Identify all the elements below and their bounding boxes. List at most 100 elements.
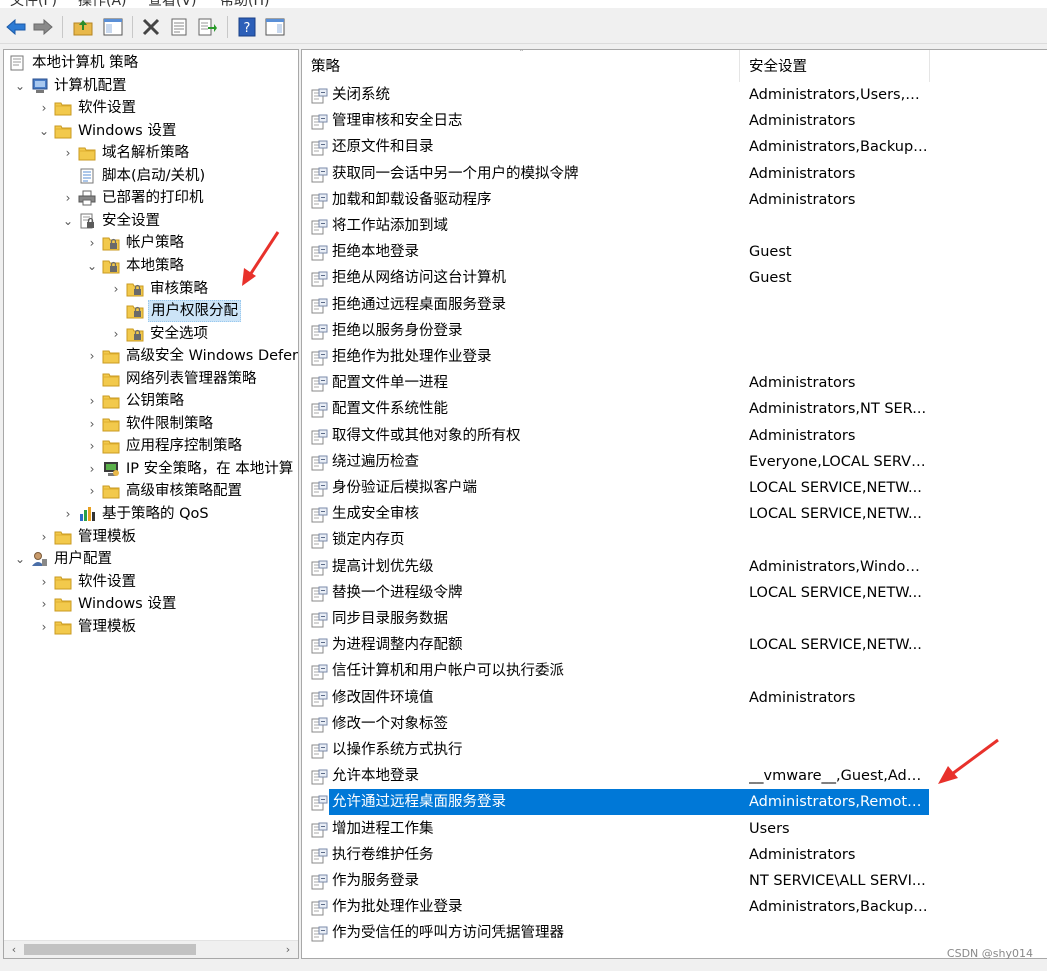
policy-setting-icon [311, 166, 328, 183]
collapsed-chevron-icon[interactable]: › [61, 142, 75, 164]
export-list-icon[interactable] [197, 16, 219, 38]
table-row[interactable]: 允许通过远程桌面服务登录 Administrators,Remote ... [302, 789, 1047, 816]
tree-horizontal-scrollbar[interactable]: ‹ › [4, 940, 298, 958]
collapsed-chevron-icon[interactable]: › [61, 503, 75, 525]
tree-item-label: 本地策略 [126, 257, 184, 274]
table-row[interactable]: 身份验证后模拟客户端 LOCAL SERVICE,NETW... [302, 475, 1047, 501]
policy-setting-icon [311, 506, 328, 523]
collapsed-chevron-icon[interactable]: › [37, 526, 51, 548]
menu-bar: 文件(F) 操作(A) 查看(V) 帮助(H) [0, 0, 1047, 8]
table-row[interactable]: 作为批处理作业登录 Administrators,Backup ... [302, 894, 1047, 920]
action-pane-icon[interactable] [264, 16, 286, 38]
folder-icon [54, 123, 72, 139]
expanded-chevron-icon[interactable]: ⌄ [61, 210, 75, 232]
policy-setting-icon [311, 113, 328, 130]
table-row[interactable]: 配置文件单一进程 Administrators [302, 370, 1047, 396]
locked-folder-icon [102, 235, 120, 251]
table-row[interactable]: 关闭系统 Administrators,Users,Ba... [302, 82, 1047, 108]
table-row[interactable]: 取得文件或其他对象的所有权 Administrators [302, 423, 1047, 449]
table-row[interactable]: 信任计算机和用户帐户可以执行委派 [302, 658, 1047, 684]
security-setting-value: LOCAL SERVICE,NETW... [749, 637, 922, 654]
policy-setting-icon [311, 375, 328, 392]
collapsed-chevron-icon[interactable]: › [37, 571, 51, 593]
locked-folder-icon [126, 326, 144, 342]
expanded-chevron-icon[interactable]: ⌄ [13, 75, 27, 97]
collapsed-chevron-icon[interactable]: › [37, 593, 51, 615]
console-tree[interactable]: 本地计算机 策略 ⌄ 计算机配置 › 软件设置 ⌄ Windows 设置 › 域名解析策略 脚本(… [3, 49, 299, 959]
policy-name: 将工作站添加到域 [332, 218, 448, 234]
expanded-chevron-icon[interactable]: ⌄ [13, 548, 27, 570]
properties-icon[interactable] [168, 16, 190, 38]
collapsed-chevron-icon[interactable]: › [85, 390, 99, 412]
table-row[interactable]: 锁定内存页 [302, 527, 1047, 553]
table-row[interactable]: 拒绝从网络访问这台计算机 Guest [302, 265, 1047, 291]
collapsed-chevron-icon[interactable]: › [85, 480, 99, 502]
menu-file[interactable]: 文件(F) [10, 0, 57, 8]
forward-arrow-icon[interactable] [32, 16, 54, 38]
table-row[interactable]: 生成安全审核 LOCAL SERVICE,NETW... [302, 501, 1047, 527]
policy-name: 以操作系统方式执行 [332, 742, 463, 758]
policy-list[interactable]: ˆ 策略 安全设置 关闭系统 Administrators,Users,Ba...… [301, 49, 1047, 959]
scrollbar-thumb[interactable] [24, 944, 196, 955]
menu-view[interactable]: 查看(V) [148, 0, 197, 8]
column-header-setting[interactable]: 安全设置 [740, 50, 930, 82]
table-row[interactable]: 获取同一会话中另一个用户的模拟令牌 Administrators [302, 161, 1047, 187]
table-row[interactable]: 管理审核和安全日志 Administrators [302, 108, 1047, 134]
table-row[interactable]: 拒绝本地登录 Guest [302, 239, 1047, 265]
table-row[interactable]: 以操作系统方式执行 [302, 737, 1047, 763]
back-arrow-icon[interactable] [5, 16, 27, 38]
table-row[interactable]: 替换一个进程级令牌 LOCAL SERVICE,NETW... [302, 580, 1047, 606]
menu-action[interactable]: 操作(A) [78, 0, 127, 8]
up-folder-icon[interactable] [72, 16, 94, 38]
collapsed-chevron-icon[interactable]: › [85, 458, 99, 480]
table-row[interactable]: 作为服务登录 NT SERVICE\ALL SERVI... [302, 868, 1047, 894]
collapsed-chevron-icon[interactable]: › [61, 187, 75, 209]
tree-item-label: 应用程序控制策略 [126, 438, 242, 455]
collapsed-chevron-icon[interactable]: › [85, 232, 99, 254]
table-row[interactable]: 修改固件环境值 Administrators [302, 685, 1047, 711]
collapsed-chevron-icon[interactable]: › [37, 97, 51, 119]
table-row[interactable]: 绕过遍历检查 Everyone,LOCAL SERVI... [302, 449, 1047, 475]
table-row[interactable]: 加载和卸载设备驱动程序 Administrators [302, 187, 1047, 213]
show-hide-tree-icon[interactable] [102, 16, 124, 38]
collapsed-chevron-icon[interactable]: › [85, 435, 99, 457]
expanded-chevron-icon[interactable]: ⌄ [37, 120, 51, 142]
collapsed-chevron-icon[interactable]: › [37, 616, 51, 638]
computer-icon [30, 78, 48, 94]
table-row[interactable]: 拒绝通过远程桌面服务登录 [302, 292, 1047, 318]
security-settings-icon [78, 213, 96, 229]
table-row[interactable]: 提高计划优先级 Administrators,Window ... [302, 554, 1047, 580]
collapsed-chevron-icon[interactable]: › [85, 413, 99, 435]
menu-help[interactable]: 帮助(H) [220, 0, 269, 8]
table-row[interactable]: 配置文件系统性能 Administrators,NT SER... [302, 396, 1047, 422]
table-row[interactable]: 还原文件和目录 Administrators,Backup ... [302, 134, 1047, 160]
table-row[interactable]: 作为受信任的呼叫方访问凭据管理器 [302, 920, 1047, 946]
policy-name: 作为服务登录 [332, 873, 419, 889]
scroll-left-icon[interactable]: ‹ [6, 941, 22, 958]
table-row[interactable]: 允许本地登录 __vmware__,Guest,Adm... [302, 763, 1047, 789]
collapsed-chevron-icon[interactable]: › [109, 278, 123, 300]
scroll-right-icon[interactable]: › [280, 941, 296, 958]
table-row[interactable]: 拒绝作为批处理作业登录 [302, 344, 1047, 370]
security-setting-value: Administrators,NT SER... [749, 401, 927, 418]
table-row[interactable]: 拒绝以服务身份登录 [302, 318, 1047, 344]
delete-icon[interactable] [140, 16, 162, 38]
policy-setting-icon [311, 297, 328, 314]
table-row[interactable]: 将工作站添加到域 [302, 213, 1047, 239]
tree-item-label: 审核策略 [150, 280, 208, 297]
security-setting-value: Administrators,Window ... [749, 558, 929, 575]
table-row[interactable]: 同步目录服务数据 [302, 606, 1047, 632]
tree-item-label: 安全设置 [102, 212, 160, 229]
folder-icon [102, 371, 120, 387]
table-row[interactable]: 修改一个对象标签 [302, 711, 1047, 737]
tree-item-label: 已部署的打印机 [102, 190, 204, 207]
collapsed-chevron-icon[interactable]: › [85, 345, 99, 367]
expanded-chevron-icon[interactable]: ⌄ [85, 255, 99, 277]
help-icon[interactable]: ? [236, 16, 258, 38]
table-row[interactable]: 为进程调整内存配额 LOCAL SERVICE,NETW... [302, 632, 1047, 658]
table-row[interactable]: 增加进程工作集 Users [302, 816, 1047, 842]
security-setting-value: Users [749, 820, 790, 837]
column-header-policy[interactable]: 策略 [302, 50, 740, 82]
collapsed-chevron-icon[interactable]: › [109, 323, 123, 345]
table-row[interactable]: 执行卷维护任务 Administrators [302, 842, 1047, 868]
